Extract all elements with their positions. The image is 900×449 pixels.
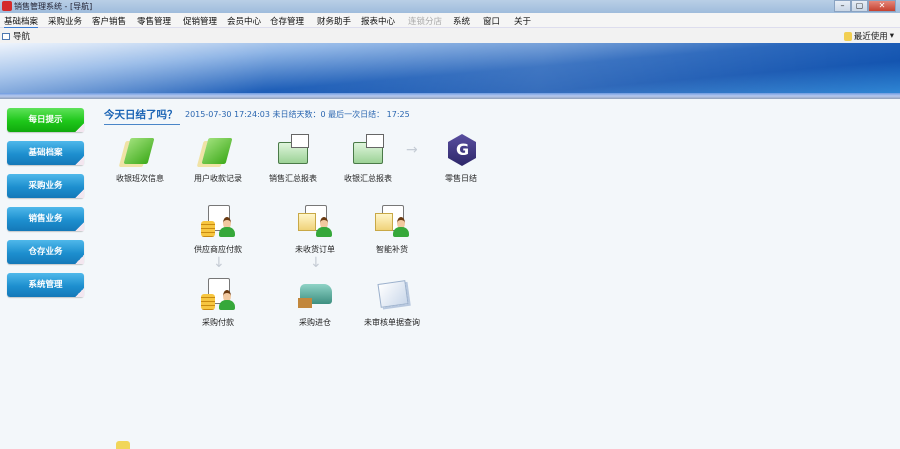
menu-system[interactable]: 系统 [453,15,470,27]
sidebar-daily-tips[interactable]: 每日提示 [7,108,84,132]
green-book-icon [199,132,237,168]
navigation-icon [2,32,10,40]
green-book-icon [121,132,159,168]
minimize-button[interactable]: – [834,0,851,12]
item-label: 零售日结 [445,174,477,183]
menu-bar: 基础档案 采购业务 客户销售 零售管理 促销管理 会员中心 仓存管理 财务助手 … [0,13,900,29]
purchase-warehousing-item[interactable]: 采购进仓 [275,276,355,328]
menu-promotion[interactable]: 促销管理 [183,15,217,27]
payment-person-icon [199,203,237,239]
app-icon [2,1,12,11]
supplier-payables-item[interactable]: 供应商应付款 [178,203,258,255]
arrow-down-icon: ↓ [310,255,322,271]
menu-window[interactable]: 窗口 [483,15,500,27]
chevron-down-icon: ▾ [889,31,894,41]
closing-status: 2015-07-30 17:24:03 未日结天数：0 最后一次日结： 17:2… [185,110,410,119]
item-label: 收银班次信息 [116,174,164,183]
truck-icon [296,276,334,312]
tab-label: 导航 [13,32,31,42]
menu-finance[interactable]: 财务助手 [317,15,351,27]
sidebar-basic-files[interactable]: 基础档案 [7,141,84,165]
item-label: 销售汇总报表 [269,174,317,183]
item-label: 供应商应付款 [194,245,242,254]
unreceived-orders-item[interactable]: 未收货订单 [275,203,355,255]
smart-restock-item[interactable]: 智能补货 [352,203,432,255]
recent-use-button[interactable]: 最近使用 ▾ [843,30,894,42]
sidebar-system-management[interactable]: 系统管理 [7,273,84,297]
payment-person-icon [199,276,237,312]
recent-label: 最近使用 [853,32,888,42]
menu-customer-sales[interactable]: 客户销售 [92,15,126,27]
banner-divider [0,93,900,99]
menu-members[interactable]: 会员中心 [227,15,261,27]
menu-purchasing[interactable]: 采购业务 [48,15,82,27]
title-bar: 销售管理系统 - [导航] – ▢ ✕ [0,0,900,13]
box-person-icon [296,203,334,239]
menu-chain-stores: 连锁分店 [408,17,443,27]
item-label: 用户收款记录 [194,174,242,183]
item-label: 未审核单据查询 [364,318,420,327]
tab-navigation[interactable]: 导航 [2,29,30,43]
menu-about[interactable]: 关于 [514,15,531,27]
documents-icon [373,276,411,312]
tab-row: 导航 最近使用 ▾ [0,28,900,43]
item-label: 智能补货 [376,245,408,254]
menu-retail[interactable]: 零售管理 [137,15,171,27]
page-heading: 今天日结了吗？ [104,107,180,125]
cashier-summary-item[interactable]: 收银汇总报表 [328,132,408,184]
sales-summary-item[interactable]: 销售汇总报表 [253,132,333,184]
sidebar-sales[interactable]: 销售业务 [7,207,84,231]
maximize-button[interactable]: ▢ [851,0,868,12]
box-person-icon [373,203,411,239]
close-button[interactable]: ✕ [868,0,896,12]
sidebar-inventory[interactable]: 仓存业务 [7,240,84,264]
payment-records-item[interactable]: 用户收款记录 [178,132,258,184]
sidebar-purchasing[interactable]: 采购业务 [7,174,84,198]
item-label: 采购付款 [202,318,234,327]
menu-basic-files[interactable]: 基础档案 [4,15,39,29]
folder-icon [349,132,387,168]
menu-reports[interactable]: 报表中心 [361,15,395,27]
g-logo-icon [442,132,480,168]
purchase-payment-item[interactable]: 采购付款 [178,276,258,328]
retail-closing-item[interactable]: 零售日结 [421,132,501,184]
item-label: 未收货订单 [295,245,335,254]
item-label: 收银汇总报表 [344,174,392,183]
folder-icon [274,132,312,168]
menu-inventory[interactable]: 仓存管理 [270,15,304,27]
item-label: 采购进仓 [299,318,331,327]
unaudited-docs-item[interactable]: 未审核单据查询 [352,276,432,328]
window-title: 销售管理系统 - [导航] [14,2,93,11]
arrow-right-icon: → [406,142,418,158]
banner [0,43,900,93]
arrow-down-icon: ↓ [213,255,225,271]
recent-icon [843,31,852,41]
shift-info-item[interactable]: 收银班次信息 [100,132,180,184]
